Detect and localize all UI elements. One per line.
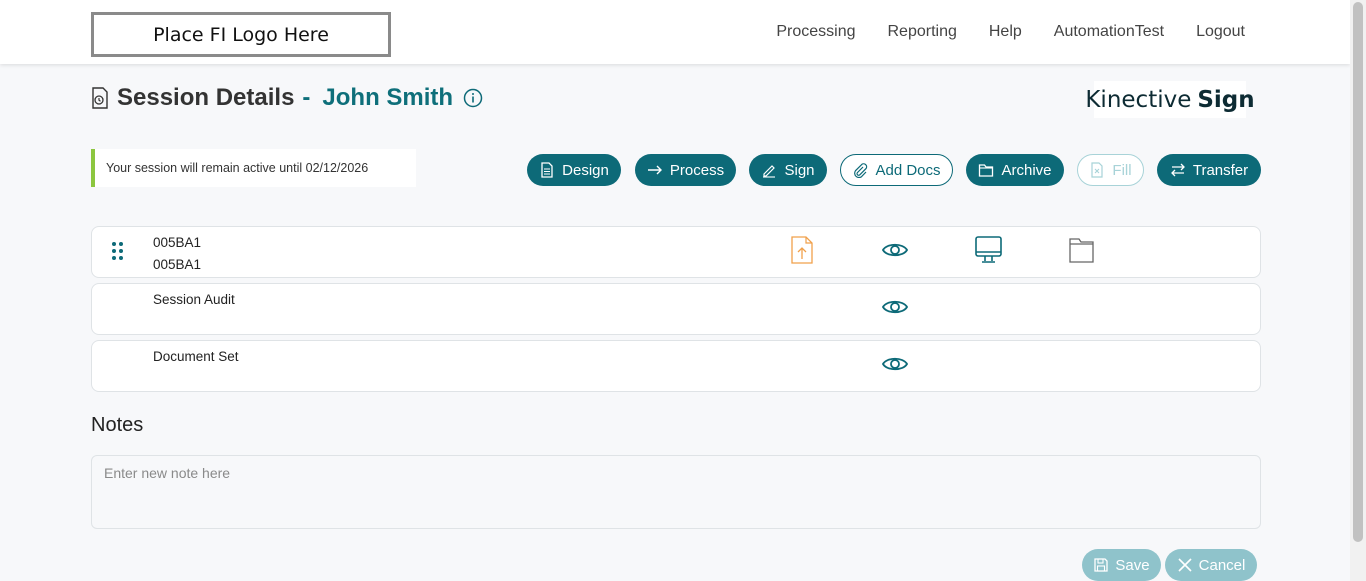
cancel-button[interactable]: Cancel [1165, 549, 1257, 581]
session-history-icon [92, 87, 108, 109]
brand-text-light: Kinective [1085, 86, 1192, 113]
process-button[interactable]: Process [635, 154, 736, 186]
folder-icon[interactable] [1069, 237, 1094, 263]
nav-user-automationtest[interactable]: AutomationTest [1054, 23, 1164, 41]
document-row-session-audit[interactable]: Session Audit [91, 283, 1261, 335]
transfer-button[interactable]: Transfer [1157, 154, 1261, 186]
nav-reporting[interactable]: Reporting [888, 23, 957, 41]
document-row-document-set[interactable]: Document Set [91, 340, 1261, 392]
add-docs-button[interactable]: Add Docs [840, 154, 953, 186]
save-label: Save [1115, 556, 1150, 574]
scrollbar-thumb[interactable] [1353, 2, 1363, 542]
nav-processing[interactable]: Processing [776, 23, 855, 41]
design-button[interactable]: Design [527, 154, 621, 186]
document-name-secondary: 005BA1 [153, 257, 202, 272]
nav-logout[interactable]: Logout [1196, 23, 1245, 41]
design-label: Design [562, 161, 609, 179]
main-nav: Processing Reporting Help AutomationTest… [776, 0, 1245, 64]
folder-icon [979, 164, 994, 177]
customer-name: John Smith [322, 84, 454, 111]
document-name: 005BA1 [153, 235, 202, 250]
pen-icon [763, 165, 776, 178]
drag-handle-icon[interactable] [111, 241, 125, 261]
page-title-row: Session Details - John Smith [91, 84, 483, 112]
archive-button[interactable]: Archive [966, 154, 1064, 186]
paperclip-icon [854, 163, 868, 178]
process-label: Process [669, 161, 725, 179]
transfer-arrows-icon [1170, 163, 1185, 177]
fill-button[interactable]: Fill [1077, 154, 1144, 186]
notes-heading: Notes [91, 414, 144, 436]
view-eye-icon[interactable] [882, 355, 908, 373]
page-scrollbar[interactable] [1350, 0, 1366, 581]
document-row-005ba1[interactable]: 005BA1 005BA1 [91, 226, 1261, 278]
page-title: Session Details [117, 84, 295, 111]
close-icon [1178, 558, 1192, 572]
save-button[interactable]: Save [1082, 549, 1161, 581]
document-icon [541, 162, 553, 178]
info-icon[interactable] [463, 88, 483, 108]
nav-help[interactable]: Help [989, 23, 1022, 41]
upload-file-icon[interactable] [791, 236, 813, 264]
title-separator: - [302, 84, 311, 111]
cancel-label: Cancel [1198, 556, 1246, 574]
document-name: Session Audit [153, 292, 235, 307]
sign-button[interactable]: Sign [749, 154, 827, 186]
sign-label: Sign [784, 161, 815, 179]
fill-document-icon [1091, 162, 1104, 178]
save-disk-icon [1094, 558, 1109, 572]
fill-label: Fill [1112, 161, 1132, 179]
fi-logo-placeholder: Place FI Logo Here [91, 12, 391, 57]
new-note-input[interactable] [91, 455, 1261, 529]
transfer-label: Transfer [1192, 161, 1249, 179]
monitor-icon[interactable] [975, 236, 1002, 264]
view-eye-icon[interactable] [882, 298, 908, 316]
add-docs-label: Add Docs [875, 161, 941, 179]
arrow-right-icon [647, 165, 662, 175]
document-name: Document Set [153, 349, 239, 364]
view-eye-icon[interactable] [882, 241, 908, 259]
session-active-notice: Your session will remain active until 02… [91, 149, 416, 187]
top-bar: Place FI Logo Here Processing Reporting … [0, 0, 1350, 64]
brand-text-bold: Sign [1197, 86, 1255, 113]
kinective-sign-logo: Kinective Sign [1085, 81, 1255, 118]
archive-label: Archive [1001, 161, 1052, 179]
